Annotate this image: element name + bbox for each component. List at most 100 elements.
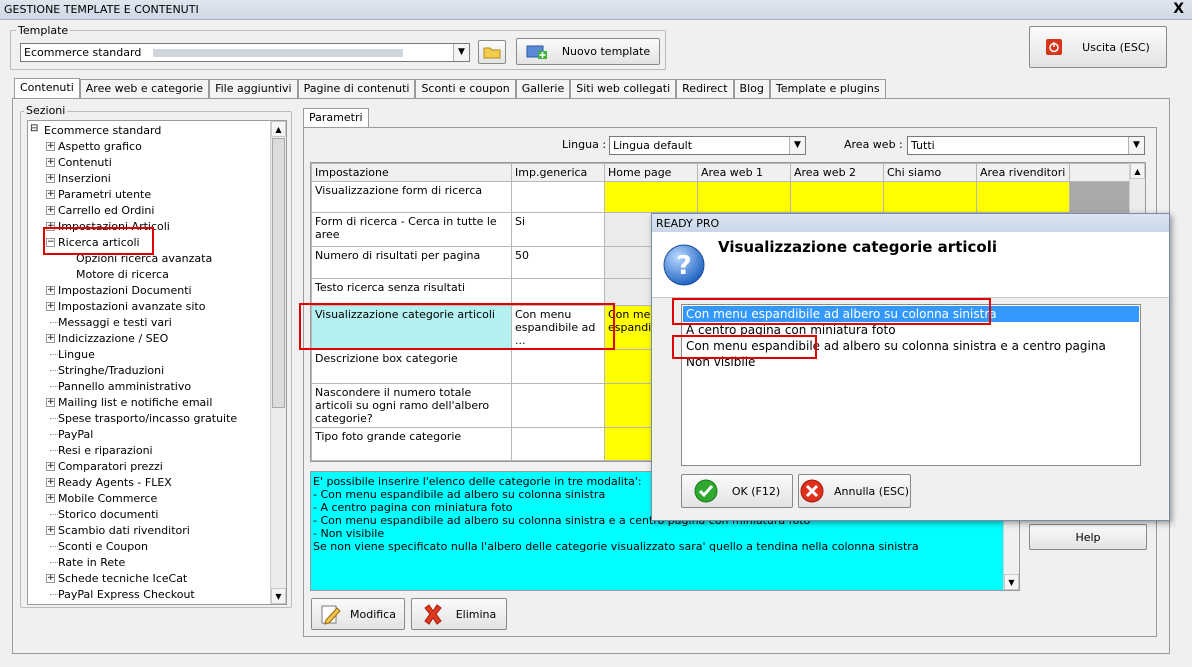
expand-icon[interactable]: + [46, 462, 55, 471]
chevron-down-icon[interactable]: ▼ [453, 44, 469, 61]
annulla-button[interactable]: Annulla (ESC) [798, 474, 911, 508]
chevron-down-icon[interactable]: ▼ [1128, 137, 1144, 154]
setting-name-cell[interactable]: Descrizione box categorie [311, 349, 512, 384]
dialog-heading: Visualizzazione categorie articoli [718, 238, 997, 256]
lingua-select[interactable]: Lingua default ▼ [609, 136, 806, 155]
tree-item-label: Storico documenti [58, 508, 159, 521]
expand-icon[interactable]: + [46, 574, 55, 583]
tab-redirect[interactable]: Redirect [676, 79, 734, 98]
tree-connector [50, 594, 58, 595]
expand-icon[interactable]: + [46, 206, 55, 215]
scroll-up-icon[interactable]: ▲ [271, 121, 286, 137]
setting-name-cell[interactable]: Nascondere il numero totale articoli su … [311, 383, 512, 428]
area-web-value: Tutti [911, 139, 935, 152]
tree-item-label: Schede tecniche IceCat [58, 572, 188, 585]
setting-name-cell[interactable]: Tipo foto categorie [311, 460, 512, 461]
scroll-down-icon[interactable]: ▼ [271, 588, 286, 604]
tree-connector [50, 386, 58, 387]
expand-icon[interactable]: + [46, 478, 55, 487]
options-listbox[interactable]: Con menu espandibile ad albero su colonn… [681, 304, 1141, 466]
tab-gallerie[interactable]: Gallerie [515, 79, 571, 98]
setting-name-cell[interactable]: Form di ricerca - Cerca in tutte le aree [311, 212, 512, 247]
tab-pagine-contenuti[interactable]: Pagine di contenuti [297, 79, 416, 98]
expand-icon[interactable]: + [46, 302, 55, 311]
ok-button[interactable]: OK (F12) [681, 474, 793, 508]
expand-icon[interactable]: + [46, 286, 55, 295]
new-template-button[interactable]: Nuovo template [516, 38, 660, 65]
expand-icon[interactable]: + [46, 158, 55, 167]
elimina-label: Elimina [455, 607, 497, 621]
expand-icon[interactable]: + [46, 526, 55, 535]
help-button[interactable]: Help [1029, 524, 1147, 550]
tree-item-label: PayPal Express Checkout [58, 588, 195, 601]
setting-name-cell[interactable]: Numero di risultati per pagina [311, 246, 512, 279]
column-header[interactable]: Impostazione [311, 163, 512, 182]
home-page-cell[interactable] [604, 181, 698, 213]
modifica-label: Modifica [350, 607, 396, 621]
setting-name-cell[interactable]: Tipo foto grande categorie [311, 427, 512, 461]
generic-value-cell[interactable]: Si [511, 212, 605, 247]
generic-value-cell[interactable] [511, 383, 605, 428]
expand-icon[interactable]: + [46, 190, 55, 199]
tab-contenuti[interactable]: Contenuti [14, 78, 80, 99]
tab-template-plugins[interactable]: Template e plugins [769, 79, 886, 98]
open-folder-button[interactable] [478, 40, 506, 64]
tree-item-label: Messaggi e testi vari [58, 316, 172, 329]
area-value-cell[interactable] [697, 181, 791, 213]
scroll-thumb[interactable] [272, 138, 285, 408]
tree-item-label: Parametri utente [58, 188, 152, 201]
lingua-value: Lingua default [613, 139, 693, 152]
column-header[interactable]: Imp.generica [511, 163, 605, 182]
column-header[interactable]: Area web 1 [697, 163, 791, 182]
expand-icon[interactable]: + [46, 334, 55, 343]
expand-icon[interactable]: + [46, 494, 55, 503]
expand-icon[interactable]: + [46, 398, 55, 407]
area-web-select[interactable]: Tutti ▼ [907, 136, 1145, 155]
close-icon[interactable]: X [1173, 1, 1184, 17]
tree-scrollbar[interactable]: ▲ ▼ [270, 121, 286, 604]
window-title: GESTIONE TEMPLATE E CONTENUTI [4, 3, 199, 16]
tree-item-label: Ready Agents - FLEX [58, 476, 172, 489]
new-template-label: Nuovo template [561, 45, 651, 58]
column-header[interactable]: Area web 2 [790, 163, 884, 182]
modifica-button[interactable]: Modifica [311, 598, 405, 630]
template-select[interactable]: Ecommerce standard ▼ [20, 43, 470, 62]
generic-value-cell[interactable] [511, 460, 605, 461]
chevron-down-icon[interactable]: ▼ [789, 137, 805, 154]
tree-connector [50, 354, 58, 355]
tab-file-aggiuntivi[interactable]: File aggiuntivi [209, 79, 298, 98]
tree-item-label: Rate in Rete [58, 556, 126, 569]
area-value-cell[interactable] [976, 181, 1070, 213]
generic-value-cell[interactable]: 50 [511, 246, 605, 279]
tab-sconti-coupon[interactable]: Sconti e coupon [415, 79, 516, 98]
sezioni-label: Sezioni [24, 104, 68, 117]
tab-siti-collegati[interactable]: Siti web collegati [570, 79, 677, 98]
column-header[interactable]: Home page [604, 163, 698, 182]
tab-aree-web[interactable]: Aree web e categorie [79, 79, 210, 98]
exit-button[interactable]: Uscita (ESC) [1029, 26, 1167, 68]
sezioni-tree[interactable]: ⊟ Ecommerce standard ▲ ▼ + Aspetto grafic… [27, 120, 287, 605]
tab-parametri[interactable]: Parametri [303, 108, 369, 128]
generic-value-cell[interactable] [511, 427, 605, 461]
scroll-down-icon[interactable]: ▼ [1004, 574, 1019, 590]
table-row[interactable]: Visualizzazione form di ricerca [311, 181, 1145, 213]
expand-icon[interactable]: + [46, 174, 55, 183]
minus-icon[interactable]: ⊟ [30, 123, 38, 134]
tree-item-label: Aspetto grafico [58, 140, 142, 153]
column-header[interactable]: Area rivenditori [976, 163, 1070, 182]
expand-icon[interactable]: + [46, 142, 55, 151]
elimina-button[interactable]: Elimina [411, 598, 507, 630]
setting-name-cell[interactable]: Visualizzazione form di ricerca [311, 181, 512, 213]
generic-value-cell[interactable] [511, 278, 605, 306]
tree-connector [50, 322, 58, 323]
tree-item-label: Inserzioni [58, 172, 111, 185]
generic-value-cell[interactable] [511, 181, 605, 213]
tab-blog[interactable]: Blog [733, 79, 770, 98]
generic-value-cell[interactable] [511, 349, 605, 384]
setting-name-cell[interactable]: Testo ricerca senza risultati [311, 278, 512, 306]
area-value-cell[interactable] [883, 181, 977, 213]
scroll-up-icon[interactable]: ▲ [1130, 163, 1145, 179]
column-header[interactable]: Chi siamo [883, 163, 977, 182]
ready-pro-dialog: READY PRO ? Visualizzazione categorie ar… [651, 213, 1170, 521]
area-value-cell[interactable] [790, 181, 884, 213]
